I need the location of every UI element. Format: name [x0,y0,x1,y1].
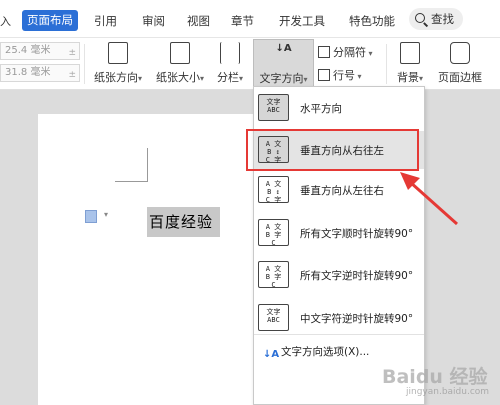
baidu-watermark: Baidu 经验 jingyan.baidu.com [382,362,494,398]
tab-developer[interactable]: 开发工具 [279,13,325,29]
separator-icon [318,46,330,58]
menu-item-label: 垂直方向从左往右 [300,185,384,197]
horizontal-text-icon: 文字 ABC [258,94,289,121]
text-direction-options[interactable]: ↓A 文字方向选项(X)... [263,344,369,361]
chevron-down-icon: ▾ [366,49,373,58]
divider [386,44,387,84]
background-label: 背景 [396,71,419,84]
cjk-rotate-icon: 文字 ABC [258,304,289,331]
margin-bottom-value: 31.8 毫米 [5,67,51,78]
tab-view[interactable]: 视图 [187,13,210,29]
line-number-label: 行号 [333,69,355,82]
margin-bottom-field[interactable]: 31.8 毫米 ± [0,64,80,82]
tab-insert[interactable]: 入 [0,13,11,29]
tab-page-layout[interactable]: 页面布局 [22,10,78,31]
chevron-down-icon: ▾ [303,75,308,84]
chevron-down-icon: ▾ [355,72,362,81]
ribbon: 25.4 毫米 ± 31.8 毫米 ± 纸张方向▾ 纸张大小▾ 分栏▾ ↓A 文… [0,38,500,90]
page-border-icon [450,42,470,64]
search-icon [415,13,425,23]
paper-size-icon [170,42,190,64]
chevron-down-icon: ▾ [238,74,243,83]
chevron-down-icon[interactable]: ▾ [104,210,108,219]
menu-item-rotate-ccw[interactable]: A 文B 字C 所有文字逆时针旋转90° [254,256,424,294]
orientation-button[interactable]: 纸张方向▾ [90,42,146,85]
margin-top-field[interactable]: 25.4 毫米 ± [0,42,80,60]
page-orientation-icon [108,42,128,64]
watermark-logo: Baidu 经验 [382,366,488,388]
page-border-label: 页面边框 [438,71,482,84]
selected-text[interactable]: 百度经验 [147,207,220,237]
rotate-ccw-icon: A 文B 字C [258,261,289,289]
menu-item-cjk-rotate[interactable]: 文字 ABC 中文字符逆时针旋转90° [254,299,424,337]
orientation-label: 纸张方向 [93,71,138,84]
tab-references[interactable]: 引用 [94,13,117,29]
menu-separator [254,334,424,335]
chevron-down-icon: ▾ [418,74,423,83]
separator-label: 分隔符 [333,46,366,59]
annotation-arrow [400,172,458,226]
chevron-down-icon: ▾ [137,74,142,83]
tab-review[interactable]: 审阅 [142,13,165,29]
tab-chapter[interactable]: 章节 [231,13,254,29]
text-direction-options-icon: ↓A [263,349,280,360]
options-label: 文字方向选项(X)... [281,346,370,358]
chevron-down-icon: ▾ [199,74,204,83]
menu-item-label: 中文字符逆时针旋转90° [300,313,414,325]
size-label: 纸张大小 [155,71,200,84]
search-button[interactable]: 查找 [409,8,463,30]
watermark-url: jingyan.baidu.com [406,387,490,397]
stepper-icon[interactable]: ± [68,45,76,61]
menu-item-label: 所有文字顺时针旋转90° [300,228,414,240]
page-border-button[interactable]: 页面边框 [434,42,486,85]
rotate-cw-icon: A 文B 字C [258,219,289,247]
search-label: 查找 [431,12,454,26]
tab-bar: 入 页面布局 引用 审阅 视图 章节 开发工具 特色功能 查找 [0,0,500,38]
line-number-icon [318,69,330,81]
stepper-icon[interactable]: ± [68,67,76,83]
text-direction-icon: ↓A [275,43,292,54]
text-direction-button[interactable]: ↓A 文字方向▾ [253,39,314,88]
highlight-box [246,129,419,171]
menu-item-label: 水平方向 [300,103,342,115]
text-direction-label: 文字方向 [259,72,304,85]
paper-size-button[interactable]: 纸张大小▾ [152,42,208,85]
columns-icon [220,42,240,64]
line-number-button[interactable]: 行号 ▾ [318,67,362,83]
menu-item-label: 所有文字逆时针旋转90° [300,270,414,282]
menu-item-horizontal[interactable]: 文字 ABC 水平方向 [254,89,424,127]
separator-button[interactable]: 分隔符 ▾ [318,44,373,60]
margin-top-value: 25.4 毫米 [5,45,51,56]
columns-label: 分栏 [216,71,239,84]
background-button[interactable]: 背景▾ [390,42,430,85]
background-icon [400,42,420,64]
margin-corner-mark [115,181,148,182]
tab-features[interactable]: 特色功能 [349,13,395,29]
divider [84,44,85,84]
margin-corner-mark [147,148,148,181]
columns-button[interactable]: 分栏▾ [212,42,248,85]
vertical-ltr-icon: A 文B ↕ C 字 [258,176,289,204]
paragraph-handle-icon[interactable] [85,210,97,223]
